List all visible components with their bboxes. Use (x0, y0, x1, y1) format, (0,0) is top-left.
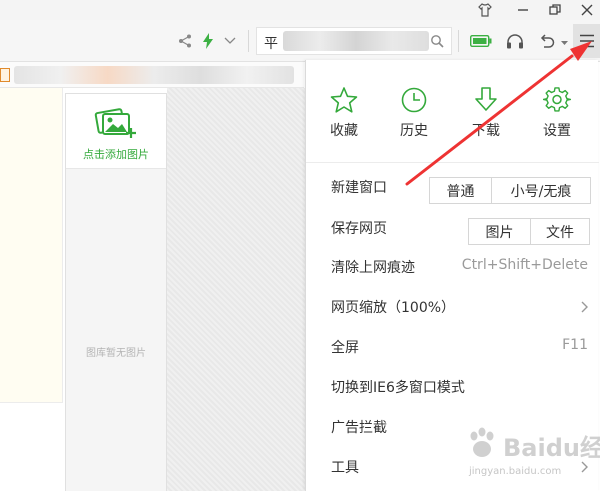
shirt-icon (478, 3, 492, 17)
minimize-icon (518, 9, 528, 11)
settings-quick-button[interactable]: 设置 (527, 86, 587, 140)
download-quick-button[interactable]: 下载 (456, 86, 516, 140)
restore-button[interactable] (540, 0, 570, 20)
share-button[interactable] (176, 32, 194, 50)
favorite-site-icon[interactable] (0, 68, 10, 82)
headphones-icon (507, 34, 523, 49)
image-gallery-panel: 点击添加图片 图库暂无图片 (65, 93, 167, 491)
search-icon (431, 35, 444, 48)
chevron-right-icon (581, 301, 588, 313)
save-page-options: 图片 文件 (468, 218, 590, 245)
ad-block-label: 广告拦截 (331, 420, 387, 436)
save-as-file-button[interactable]: 文件 (530, 219, 589, 244)
page-content-panel (0, 88, 63, 403)
lightning-icon (203, 33, 213, 49)
baidu-paw-logo (470, 427, 494, 457)
audio-button[interactable] (504, 31, 526, 51)
history-label: 历史 (400, 123, 428, 139)
menu-item-new-window: 新建窗口 普通 小号/无痕 (306, 167, 599, 207)
redacted-url (283, 31, 429, 51)
speed-mode-button[interactable] (199, 31, 217, 51)
menu-item-save-page: 保存网页 图片 文件 (306, 208, 599, 248)
minimize-button[interactable] (508, 0, 538, 20)
new-window-label: 新建窗口 (331, 180, 387, 196)
address-bar[interactable]: 平 (256, 27, 452, 55)
battery-saver-button[interactable] (468, 32, 494, 50)
watermark-brand: Baidu经验 (503, 434, 600, 462)
zoom-label: 网页缩放（100%） (331, 300, 456, 316)
gallery-empty-text: 图库暂无图片 (86, 348, 146, 359)
page-background (167, 88, 305, 491)
skin-button[interactable] (470, 0, 500, 20)
add-picture-icon (94, 108, 136, 138)
save-page-label: 保存网页 (331, 221, 387, 237)
favorites-quick-button[interactable]: 收藏 (314, 86, 374, 140)
menu-item-ie6-mode[interactable]: 切换到IE6多窗口模式 (306, 367, 599, 407)
history-quick-button[interactable]: 历史 (384, 86, 444, 140)
search-button[interactable] (428, 32, 446, 50)
speed-mode-dropdown[interactable] (221, 33, 239, 49)
clear-traces-shortcut: Ctrl+Shift+Delete (461, 257, 588, 273)
redacted-favorites (14, 66, 294, 84)
toolbar: 平 (0, 20, 600, 62)
share-icon (179, 34, 191, 48)
settings-label: 设置 (543, 123, 571, 139)
hamburger-icon (579, 34, 594, 48)
menu-item-zoom[interactable]: 网页缩放（100%） (306, 287, 599, 327)
menu-divider (306, 162, 599, 163)
download-icon (475, 87, 497, 111)
add-image-button[interactable]: 点击添加图片 (66, 93, 166, 169)
new-window-normal-button[interactable]: 普通 (430, 178, 491, 203)
star-icon (330, 87, 358, 113)
menu-item-fullscreen[interactable]: 全屏 F11 (306, 327, 599, 367)
clear-traces-label: 清除上网痕迹 (331, 260, 415, 276)
title-bar (0, 0, 600, 20)
caret-down-icon (560, 40, 568, 45)
new-window-options: 普通 小号/无痕 (429, 177, 591, 204)
main-menu-button[interactable] (573, 24, 600, 58)
undo-close-tab-button[interactable] (537, 31, 557, 51)
download-label: 下载 (472, 123, 500, 139)
close-button[interactable] (572, 0, 600, 20)
undo-dropdown[interactable] (559, 38, 569, 48)
tools-label: 工具 (331, 460, 359, 476)
menu-item-clear-traces[interactable]: 清除上网痕迹 Ctrl+Shift+Delete (306, 247, 599, 287)
restore-icon (549, 4, 561, 15)
fullscreen-shortcut: F11 (562, 337, 588, 353)
clock-icon (401, 87, 427, 113)
gear-icon (543, 87, 571, 112)
fullscreen-label: 全屏 (331, 340, 359, 356)
battery-icon (470, 35, 492, 47)
save-as-image-button[interactable]: 图片 (469, 219, 530, 244)
close-icon (581, 4, 593, 16)
page-content (0, 88, 65, 491)
watermark: Baidu经验 jingyan.baidu.com (465, 420, 600, 488)
new-window-incognito-button[interactable]: 小号/无痕 (491, 178, 590, 203)
undo-icon (540, 34, 555, 48)
add-image-label: 点击添加图片 (83, 148, 149, 161)
toolbar-divider (458, 30, 459, 52)
address-text: 平 (264, 36, 278, 52)
ie6-mode-label: 切换到IE6多窗口模式 (331, 380, 465, 396)
watermark-url: jingyan.baidu.com (469, 466, 562, 477)
favorites-label: 收藏 (330, 123, 358, 139)
toolbar-divider (248, 30, 249, 52)
favorites-bar (0, 62, 304, 88)
chevron-down-icon (224, 37, 236, 44)
